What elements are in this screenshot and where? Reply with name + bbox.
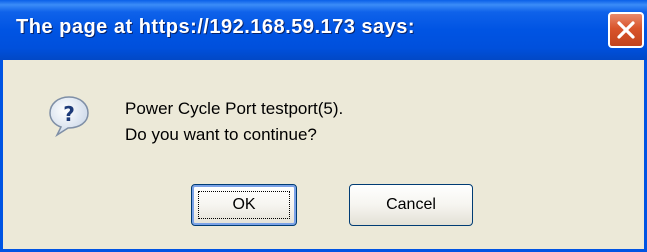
question-icon: ? bbox=[49, 96, 89, 138]
close-button[interactable] bbox=[608, 12, 644, 48]
svg-text:?: ? bbox=[63, 102, 75, 126]
cancel-button-label: Cancel bbox=[386, 196, 436, 213]
title-bar[interactable]: The page at https://192.168.59.173 says: bbox=[0, 0, 647, 60]
dialog-title: The page at https://192.168.59.173 says: bbox=[16, 16, 416, 38]
close-icon bbox=[617, 21, 635, 39]
confirm-dialog: The page at https://192.168.59.173 says:… bbox=[0, 0, 647, 252]
message-line-2: Do you want to continue? bbox=[125, 125, 317, 144]
focus-ring bbox=[198, 191, 290, 219]
ok-button[interactable]: OK bbox=[191, 184, 297, 226]
dialog-message: Power Cycle Port testport(5). Do you wan… bbox=[125, 96, 343, 148]
cancel-button[interactable]: Cancel bbox=[349, 184, 473, 226]
message-line-1: Power Cycle Port testport(5). bbox=[125, 99, 344, 118]
